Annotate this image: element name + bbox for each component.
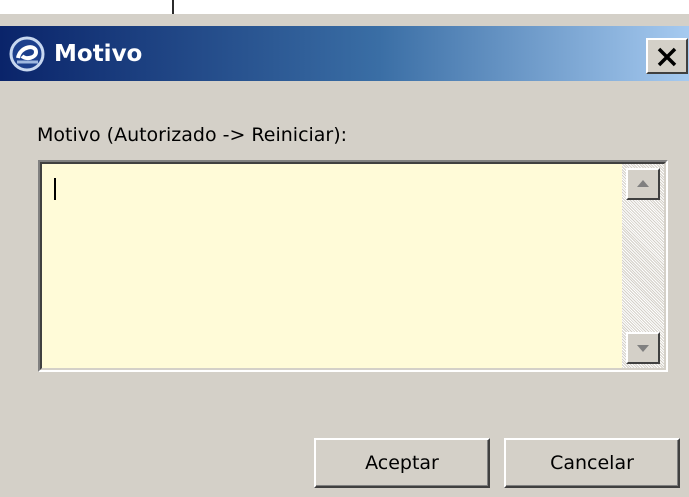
motivo-dialog: Motivo Motivo (Autorizado -> Reiniciar): bbox=[0, 14, 689, 497]
arrow-up-icon bbox=[637, 180, 649, 187]
reason-textarea[interactable] bbox=[38, 160, 668, 372]
accept-button[interactable]: Aceptar bbox=[314, 438, 490, 488]
dialog-title: Motivo bbox=[54, 41, 143, 67]
scroll-up-button[interactable] bbox=[626, 168, 660, 200]
title-bar[interactable]: Motivo bbox=[0, 26, 689, 81]
background-divider bbox=[172, 0, 174, 14]
arrow-down-icon bbox=[637, 345, 649, 352]
scroll-down-button[interactable] bbox=[626, 332, 660, 364]
close-icon bbox=[657, 47, 677, 67]
reason-label: Motivo (Autorizado -> Reiniciar): bbox=[37, 124, 348, 146]
app-logo-icon bbox=[8, 36, 48, 72]
background-window-strip bbox=[0, 0, 689, 14]
cancel-button[interactable]: Cancelar bbox=[504, 438, 680, 488]
close-button[interactable] bbox=[646, 38, 688, 74]
vertical-scrollbar[interactable] bbox=[622, 164, 664, 368]
reason-textarea-inner[interactable] bbox=[40, 162, 666, 370]
text-caret bbox=[54, 178, 56, 200]
